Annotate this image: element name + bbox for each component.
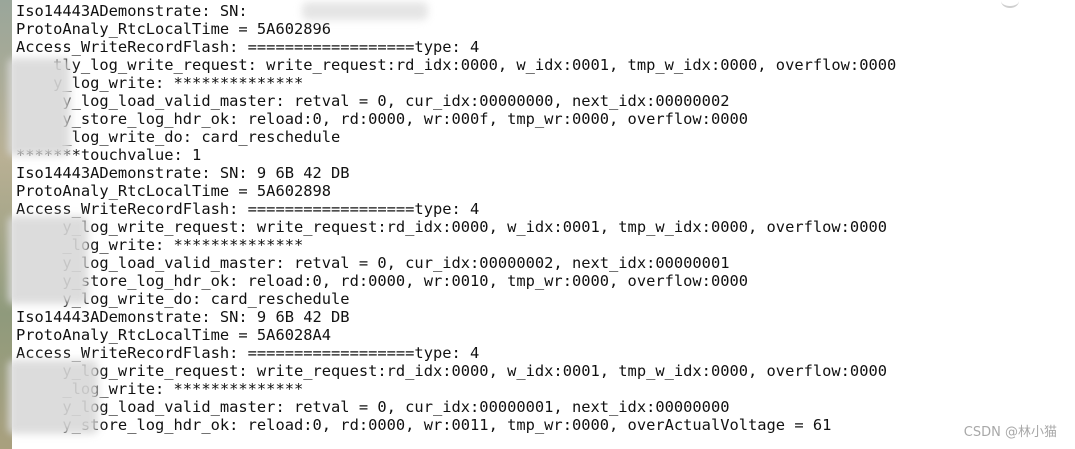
watermark: CSDN @林小猫 bbox=[963, 425, 1057, 440]
log-line: Access_WriteRecordFlash: ===============… bbox=[16, 200, 480, 218]
log-line: ProtoAnaly_RtcLocalTime = 5A6028A4 bbox=[16, 326, 332, 344]
log-line: _log_write: ************** bbox=[16, 236, 304, 254]
log-line: _log_write_do: card_reschedule bbox=[16, 128, 341, 146]
console-output: Iso14443ADemonstrate: SN: ProtoAnaly_Rtc… bbox=[0, 0, 1075, 449]
log-line: y_log_write_request: write_request:rd_id… bbox=[16, 362, 887, 380]
log-list: Iso14443ADemonstrate: SN: ProtoAnaly_Rtc… bbox=[16, 2, 1075, 434]
log-line: *******touchvalue: 1 bbox=[16, 146, 202, 164]
log-line: y_log_write_do: card_reschedule bbox=[16, 290, 350, 308]
log-line: y_store_log_hdr_ok: reload:0, rd:0000, w… bbox=[16, 110, 749, 128]
redaction-blur bbox=[8, 216, 88, 304]
log-line: ProtoAnaly_RtcLocalTime = 5A602896 bbox=[16, 20, 332, 38]
log-line: y_log_load_valid_master: retval = 0, cur… bbox=[16, 92, 730, 110]
log-line: y_log_load_valid_master: retval = 0, cur… bbox=[16, 398, 730, 416]
log-line: y_store_log_hdr_ok: reload:0, rd:0000, w… bbox=[16, 272, 749, 290]
log-line: _log_write: ************** bbox=[16, 380, 304, 398]
log-line: y_log_write: ************** bbox=[16, 74, 304, 92]
log-line: tly_log_write_request: write_request:rd_… bbox=[16, 56, 897, 74]
redaction-blur bbox=[8, 58, 70, 156]
log-line: Iso14443ADemonstrate: SN: 9 6B 42 DB bbox=[16, 164, 350, 182]
log-line: Access_WriteRecordFlash: ===============… bbox=[16, 344, 480, 362]
log-line: ProtoAnaly_RtcLocalTime = 5A602898 bbox=[16, 182, 332, 200]
redaction-blur bbox=[8, 360, 98, 434]
log-line: Access_WriteRecordFlash: ===============… bbox=[16, 38, 480, 56]
redaction-blur bbox=[302, 2, 428, 20]
log-line: Iso14443ADemonstrate: SN: bbox=[16, 2, 248, 20]
log-line: y_store_log_hdr_ok: reload:0, rd:0000, w… bbox=[16, 416, 832, 434]
log-line: y_log_write_request: write_request:rd_id… bbox=[16, 218, 887, 236]
log-line: y_log_load_valid_master: retval = 0, cur… bbox=[16, 254, 730, 272]
log-line: Iso14443ADemonstrate: SN: 9 6B 42 DB bbox=[16, 308, 350, 326]
